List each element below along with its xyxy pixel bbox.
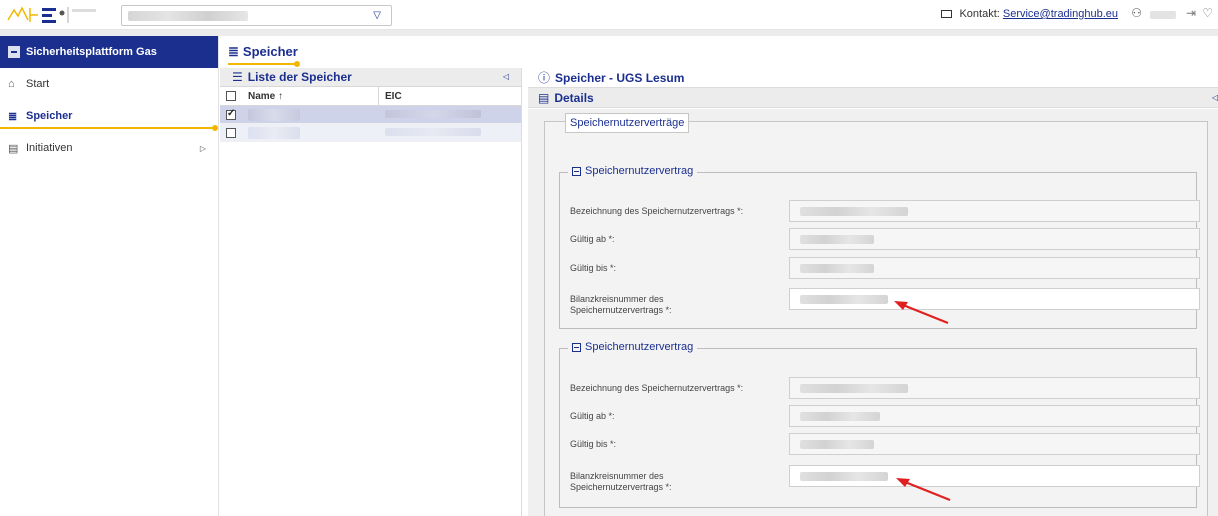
redacted-name [248, 127, 300, 139]
sidebar-header[interactable]: Sicherheitsplattform Gas [0, 36, 218, 68]
field-row: Gültig bis *: [560, 433, 1200, 457]
redacted-user-name [1150, 11, 1176, 19]
database-icon: ≣ [228, 44, 239, 59]
field-row: Gültig ab *: [560, 228, 1200, 252]
table-icon: ▤ [8, 142, 19, 155]
redacted-eic [385, 110, 481, 118]
sidebar-item-label: Initiativen [26, 142, 73, 154]
storage-list-panel: ☰ Liste der Speicher ◁ Name ↑ EIC [220, 68, 522, 516]
list-icon: ☰ [232, 70, 243, 84]
field-label: Bilanzkreisnummer des Speichernutzervert… [570, 294, 672, 315]
balancing-group-number-input[interactable] [789, 288, 1200, 310]
red-arrow-annotation-icon [894, 301, 949, 325]
valid-to-input[interactable] [789, 257, 1200, 279]
field-label: Bezeichnung des Speichernutzervertrags *… [570, 206, 744, 216]
column-name-header[interactable]: Name ↑ [248, 91, 283, 102]
field-row: Bezeichnung des Speichernutzervertrags *… [560, 200, 1200, 224]
sidebar-title: Sicherheitsplattform Gas [26, 46, 157, 58]
field-label: Gültig ab *: [570, 411, 615, 421]
table-row[interactable] [220, 106, 521, 124]
info-icon: ⓘ [538, 71, 551, 85]
valid-from-input[interactable] [789, 228, 1200, 250]
redacted-name [248, 109, 300, 121]
field-label: Gültig bis *: [570, 439, 617, 449]
row-checkbox[interactable] [226, 128, 236, 138]
sidebar-item-initiativen[interactable]: ▤ Initiativen ▷ [0, 132, 218, 164]
collapse-left-icon[interactable]: ◁ [503, 72, 509, 81]
mail-icon [941, 10, 953, 18]
sidebar-item-start[interactable]: ⌂ Start [0, 68, 218, 100]
field-row: Bezeichnung des Speichernutzervertrags *… [560, 377, 1200, 401]
contract-legend[interactable]: Speichernutzervertrag [568, 341, 698, 353]
valid-to-input[interactable] [789, 433, 1200, 455]
details-body: Speichernutzerverträge Speichernutzerver… [528, 109, 1218, 516]
field-label: Bezeichnung des Speichernutzervertrags *… [570, 383, 744, 393]
logout-icon[interactable]: ⇥ [1186, 6, 1196, 20]
field-row: Gültig bis *: [560, 257, 1200, 281]
select-all-checkbox[interactable] [226, 91, 236, 101]
active-indicator [0, 125, 218, 131]
contracts-legend: Speichernutzerverträge [565, 113, 690, 133]
top-bar: ▽ Kontakt: Service@tradinghub.eu ⚇ ⇥ ♡ [0, 0, 1218, 30]
sidebar-item-label: Start [26, 78, 50, 90]
details-section-header: ▤ Details ◁ [528, 87, 1218, 108]
page-title: ≣ Speicher [228, 44, 298, 59]
expand-arrow-icon: ▷ [199, 143, 206, 153]
user-icon[interactable]: ⚇ [1131, 6, 1142, 20]
contracts-fieldset: Speichernutzerverträge Speichernutzerver… [544, 113, 1208, 516]
trading-hub-europe-logo[interactable] [6, 4, 106, 26]
title-underline [228, 61, 300, 67]
storage-selector-dropdown[interactable]: ▽ [121, 5, 392, 26]
contact-email-link[interactable]: Service@tradinghub.eu [1003, 8, 1118, 20]
balancing-group-number-input[interactable] [789, 465, 1200, 487]
column-divider [378, 87, 379, 106]
column-eic-header[interactable]: EIC [385, 91, 402, 102]
red-arrow-annotation-icon [896, 478, 951, 502]
contract-legend[interactable]: Speichernutzervertrag [568, 165, 698, 177]
field-label: Gültig bis *: [570, 263, 617, 273]
contact-label: Kontakt: [959, 8, 1000, 20]
contract-name-input[interactable] [789, 377, 1200, 399]
sidebar: Sicherheitsplattform Gas ⌂ Start ≣ Speic… [0, 36, 219, 516]
contract-fieldset: Speichernutzervertrag Bezeichnung des Sp… [559, 341, 1200, 508]
menu-toggle-icon [8, 46, 20, 58]
table-row[interactable] [220, 124, 521, 142]
field-row: Bilanzkreisnummer des Speichernutzervert… [560, 465, 1200, 492]
detail-title: ⓘ Speicher - UGS Lesum [538, 70, 685, 86]
collapse-minus-icon [572, 166, 581, 176]
field-row: Bilanzkreisnummer des Speichernutzervert… [560, 288, 1200, 315]
sidebar-item-label: Speicher [26, 110, 73, 122]
row-checkbox[interactable] [226, 108, 236, 120]
field-row: Gültig ab *: [560, 405, 1200, 429]
valid-from-input[interactable] [789, 405, 1200, 427]
list-title: Liste der Speicher [247, 70, 352, 84]
field-label: Gültig ab *: [570, 234, 615, 244]
favorite-icon[interactable]: ♡ [1202, 6, 1213, 20]
redacted-selection [128, 11, 248, 21]
document-icon: ▤ [538, 90, 550, 105]
list-column-header: Name ↑ EIC [220, 87, 521, 106]
sidebar-item-speicher[interactable]: ≣ Speicher [0, 100, 218, 132]
database-icon: ≣ [8, 110, 18, 123]
field-label: Bilanzkreisnummer des Speichernutzervert… [570, 471, 672, 492]
collapse-minus-icon [572, 342, 581, 352]
contract-name-input[interactable] [789, 200, 1200, 222]
collapse-right-icon[interactable]: ◁ [1212, 93, 1218, 102]
list-header: ☰ Liste der Speicher ◁ [220, 68, 521, 87]
storage-detail-panel: ⓘ Speicher - UGS Lesum ▤ Details ◁ Speic… [528, 68, 1218, 516]
redacted-eic [385, 128, 481, 136]
contract-fieldset: Speichernutzervertrag Bezeichnung des Sp… [559, 165, 1200, 329]
main-header: ≣ Speicher [220, 36, 1218, 68]
chevron-down-icon: ▽ [373, 10, 381, 21]
contact-info: Kontakt: Service@tradinghub.eu [941, 8, 1118, 20]
home-icon: ⌂ [8, 78, 15, 90]
